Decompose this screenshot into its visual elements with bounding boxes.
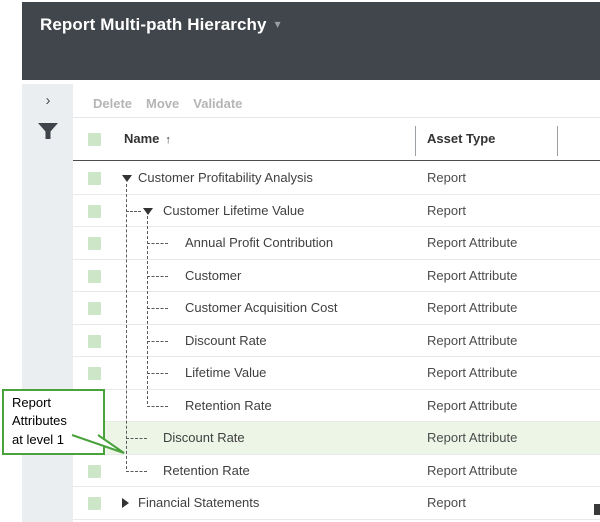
tree-branch-connector <box>147 243 168 244</box>
asset-name[interactable]: Customer <box>185 268 241 283</box>
tree-branch-connector <box>126 471 147 472</box>
asset-name[interactable]: Discount Rate <box>163 430 245 445</box>
page-title: Report Multi-path Hierarchy <box>40 15 267 35</box>
asset-type: Report <box>427 170 466 185</box>
row-checkbox[interactable] <box>88 205 101 218</box>
row-checkbox[interactable] <box>88 172 101 185</box>
column-header-name[interactable]: Name↑ <box>124 131 171 146</box>
row-checkbox[interactable] <box>88 367 101 380</box>
asset-type: Report Attribute <box>427 333 517 348</box>
tree-branch-connector <box>147 276 168 277</box>
column-resize-handle[interactable] <box>557 126 558 156</box>
column-header-asset-type[interactable]: Asset Type <box>427 131 495 146</box>
sort-ascending-icon[interactable]: ↑ <box>165 134 171 146</box>
row-checkbox[interactable] <box>88 497 101 510</box>
asset-tree-table: Customer Profitability AnalysisReportCus… <box>73 162 600 520</box>
row-checkbox[interactable] <box>88 335 101 348</box>
row-checkbox[interactable] <box>88 302 101 315</box>
toolbar: Delete Move Validate <box>93 90 242 116</box>
asset-name[interactable]: Lifetime Value <box>185 365 266 380</box>
table-row[interactable]: Retention Rate Report Attribute <box>73 455 600 488</box>
asset-name[interactable]: Discount Rate <box>185 333 267 348</box>
page-edge-artifact <box>594 504 600 515</box>
asset-type: Report Attribute <box>427 268 517 283</box>
table-header-border <box>73 160 600 161</box>
tree-branch-connector <box>147 308 168 309</box>
tree-branch-connector <box>147 373 168 374</box>
toolbar-button-validate[interactable]: Validate <box>193 96 242 111</box>
tree-branch-connector <box>147 341 168 342</box>
asset-name[interactable]: Annual Profit Contribution <box>185 235 333 250</box>
asset-type: Report <box>427 495 466 510</box>
table-row[interactable]: Discount Rate Report Attribute <box>73 422 600 455</box>
asset-type: Report <box>427 203 466 218</box>
toolbar-button-delete[interactable]: Delete <box>93 96 132 111</box>
table-row[interactable]: Financial Statements Report <box>73 487 600 520</box>
left-rail: › <box>22 84 73 522</box>
annotation-line2: at level 1 <box>12 431 99 449</box>
asset-type: Report Attribute <box>427 463 517 478</box>
expand-panel-button[interactable]: › <box>37 90 59 112</box>
table-row[interactable]: Customer Acquisition Cost Report Attribut… <box>73 292 600 325</box>
table-row[interactable]: Customer Profitability Analysis Report <box>73 162 600 195</box>
asset-type: Report Attribute <box>427 235 517 250</box>
asset-type: Report Attribute <box>427 430 517 445</box>
asset-name[interactable]: Retention Rate <box>185 398 272 413</box>
table-row[interactable]: Annual Profit Contribution Report Attribu… <box>73 227 600 260</box>
asset-type: Report Attribute <box>427 398 517 413</box>
asset-name[interactable]: Customer Acquisition Cost <box>185 300 337 315</box>
asset-type: Report Attribute <box>427 300 517 315</box>
table-header: Name↑ Asset Type <box>73 118 600 161</box>
asset-type: Report Attribute <box>427 365 517 380</box>
tree-branch-connector <box>147 406 168 407</box>
asset-name[interactable]: Retention Rate <box>163 463 250 478</box>
filter-funnel-icon[interactable] <box>37 122 59 142</box>
table-row[interactable]: Customer Report Attribute <box>73 260 600 293</box>
table-row[interactable]: Retention Rate Report Attribute <box>73 390 600 423</box>
select-all-checkbox[interactable] <box>88 133 101 146</box>
annotation-callout: Report Attributes at level 1 <box>2 389 105 455</box>
expand-node-icon[interactable] <box>122 498 129 508</box>
collapse-node-icon[interactable] <box>122 175 132 182</box>
tree-branch-connector <box>126 211 141 212</box>
table-row[interactable]: Customer Lifetime Value Report <box>73 195 600 228</box>
table-row[interactable]: Discount Rate Report Attribute <box>73 325 600 358</box>
row-checkbox[interactable] <box>88 465 101 478</box>
table-row[interactable]: Lifetime Value Report Attribute <box>73 357 600 390</box>
asset-name[interactable]: Financial Statements <box>138 495 259 510</box>
title-dropdown-caret-icon[interactable]: ▾ <box>275 17 281 31</box>
collapse-node-icon[interactable] <box>143 208 153 215</box>
row-checkbox[interactable] <box>88 270 101 283</box>
asset-name[interactable]: Customer Profitability Analysis <box>138 170 313 185</box>
tree-branch-connector <box>126 438 147 439</box>
column-resize-handle[interactable] <box>415 126 416 156</box>
row-checkbox[interactable] <box>88 237 101 250</box>
annotation-line1: Report Attributes <box>12 394 99 431</box>
app-header: Report Multi-path Hierarchy ▾ <box>22 2 600 80</box>
toolbar-button-move[interactable]: Move <box>146 96 179 111</box>
asset-name[interactable]: Customer Lifetime Value <box>163 203 304 218</box>
